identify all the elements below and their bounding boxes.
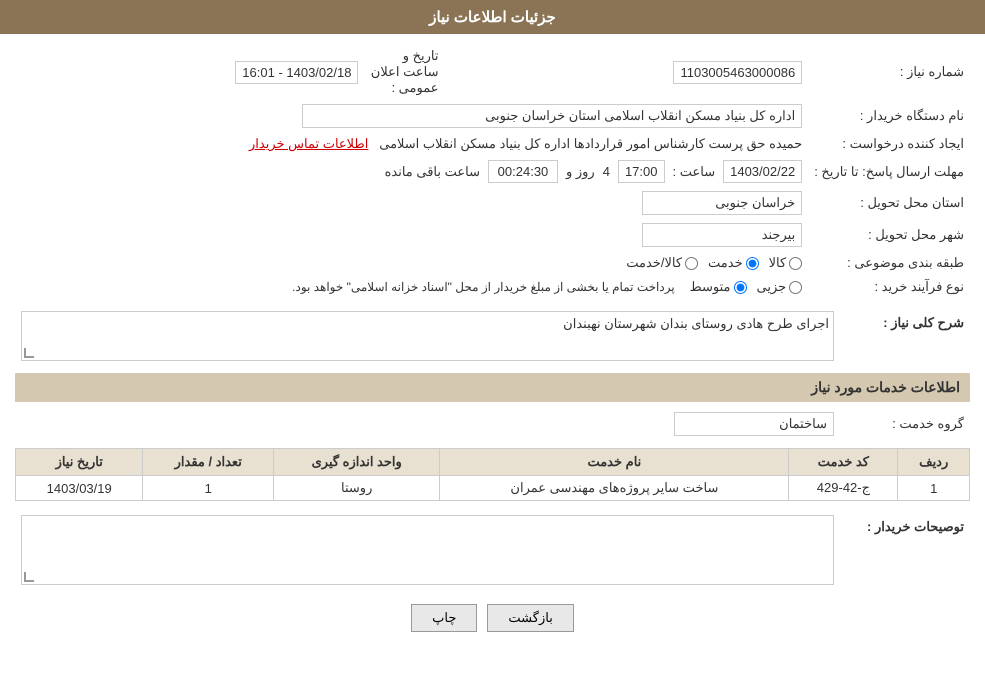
sharh-koli-label: شرح کلی نیاز : (883, 315, 964, 330)
toseeh-value-cell (15, 511, 840, 589)
chap-button[interactable]: چاپ (411, 604, 477, 632)
radio-jozi-label: جزیی (757, 279, 787, 295)
radio-jozi[interactable] (789, 281, 802, 294)
service-table-body: 1 ج-42-429 ساخت سایر پروژه‌های مهندسی عم… (16, 476, 970, 501)
roz-label: روز و (566, 164, 595, 180)
cell-vahed: روستا (274, 476, 440, 501)
ostan-value: خراسان جنوبی (15, 187, 808, 219)
ijad-konande-value: حمیده حق پرست کارشناس امور قراردادها ادا… (15, 132, 808, 156)
radio-kala-khedmat-label: کالا/خدمت (626, 255, 682, 271)
nam-dastgah-box: اداره کل بنیاد مسکن انقلاب اسلامی استان … (302, 104, 802, 128)
countdown-label: ساعت باقی مانده (385, 164, 480, 180)
grohe-khedmat-box: ساختمان (674, 412, 834, 436)
toseeh-label: توصیحات خریدار : (867, 519, 964, 534)
shahr-label: شهر محل تحویل : (808, 219, 970, 251)
col-tedad: تعداد / مقدار (143, 449, 274, 476)
countdown-box: 00:24:30 (488, 160, 558, 183)
roz-value: 4 (603, 164, 610, 179)
col-code: کد خدمت (789, 449, 898, 476)
tarikh-label: تاریخ و ساعت اعلان عمومی : (364, 44, 444, 100)
nooe-note: پرداخت تمام یا بخشی از مبلغ خریدار از مح… (292, 280, 675, 294)
main-content: شماره نیاز : 1103005463000086 تاریخ و سا… (0, 34, 985, 657)
toseeh-label-cell: توصیحات خریدار : (840, 511, 970, 589)
radio-motavasset-label: متوسط (690, 279, 731, 295)
services-header: اطلاعات خدمات مورد نیاز (15, 373, 970, 402)
tabaqe-label: طبقه بندی موضوعی : (808, 251, 970, 275)
col-radif: ردیف (898, 449, 970, 476)
radio-khedmat-label: خدمت (708, 255, 743, 271)
nam-dastgah-value: اداره کل بنیاد مسکن انقلاب اسلامی استان … (15, 100, 808, 132)
cell-tedad: 1 (143, 476, 274, 501)
radio-motavasset[interactable] (734, 281, 747, 294)
toseeh-resize-handle (24, 572, 34, 582)
radio-khedmat[interactable] (746, 257, 759, 270)
page-title: جزئیات اطلاعات نیاز (429, 9, 556, 26)
tarikh-box: 1403/02/18 - 16:01 (235, 61, 358, 84)
radio-kala-khedmat-item: کالا/خدمت (626, 255, 698, 271)
page-wrapper: جزئیات اطلاعات نیاز شماره نیاز : 1103005… (0, 0, 985, 691)
sharh-text: اجرای طرح هادی روستای بندان شهرستان نهبن… (563, 316, 829, 331)
page-header: جزئیات اطلاعات نیاز (0, 0, 985, 34)
table-row: 1 ج-42-429 ساخت سایر پروژه‌های مهندسی عم… (16, 476, 970, 501)
toseeh-table: توصیحات خریدار : (15, 511, 970, 589)
shomara-niaz-value: 1103005463000086 (444, 44, 808, 100)
tamas-khardar-link[interactable]: اطلاعات تماس خریدار (249, 136, 368, 151)
ijad-konande-label: ایجاد کننده درخواست : (808, 132, 970, 156)
grohe-khedmat-label: گروه خدمت : (840, 408, 970, 440)
sharh-label: شرح کلی نیاز : (840, 307, 970, 365)
col-tarikh: تاریخ نیاز (16, 449, 143, 476)
mohlat-date-box: 1403/02/22 (723, 160, 802, 183)
cell-name: ساخت سایر پروژه‌های مهندسی عمران (440, 476, 789, 501)
shahr-value: بیرجند (15, 219, 808, 251)
sharh-table: شرح کلی نیاز : اجرای طرح هادی روستای بند… (15, 307, 970, 365)
info-table: شماره نیاز : 1103005463000086 تاریخ و سا… (15, 44, 970, 299)
nam-dastgah-label: نام دستگاه خریدار : (808, 100, 970, 132)
shomara-niaz-label: شماره نیاز : (808, 44, 970, 100)
sharh-description-area: اجرای طرح هادی روستای بندان شهرستان نهبن… (21, 311, 834, 361)
time-label: ساعت : (673, 164, 716, 180)
button-row: بازگشت چاپ (15, 604, 970, 632)
radio-jozi-item: جزیی (757, 279, 803, 295)
mohlat-value: 1403/02/22 ساعت : 17:00 4 روز و 00:24:30… (15, 156, 808, 187)
radio-kala-khedmat[interactable] (685, 257, 698, 270)
ostan-box: خراسان جنوبی (642, 191, 802, 215)
cell-radif: 1 (898, 476, 970, 501)
nooe-farayand-label: نوع فرآیند خرید : (808, 275, 970, 299)
radio-kala[interactable] (789, 257, 802, 270)
tarikh-value: 1403/02/18 - 16:01 (15, 44, 364, 100)
col-name: نام خدمت (440, 449, 789, 476)
ostan-label: استان محل تحویل : (808, 187, 970, 219)
table-header-row: ردیف کد خدمت نام خدمت واحد اندازه گیری ت… (16, 449, 970, 476)
service-table: ردیف کد خدمت نام خدمت واحد اندازه گیری ت… (15, 448, 970, 501)
resize-handle (24, 348, 34, 358)
nooe-farayand-value: جزیی متوسط پرداخت تمام یا بخشی از مبلغ خ… (15, 275, 808, 299)
toseeh-area (21, 515, 834, 585)
ijad-konande-text: حمیده حق پرست کارشناس امور قراردادها ادا… (379, 136, 802, 151)
grohe-khedmat-value: ساختمان (15, 408, 840, 440)
radio-khedmat-item: خدمت (708, 255, 759, 271)
mohlat-label: مهلت ارسال پاسخ: تا تاریخ : (808, 156, 970, 187)
radio-motavasset-item: متوسط (690, 279, 747, 295)
col-vahed: واحد اندازه گیری (274, 449, 440, 476)
sharh-value-cell: اجرای طرح هادی روستای بندان شهرستان نهبن… (15, 307, 840, 365)
radio-kala-item: کالا (769, 255, 803, 271)
cell-code: ج-42-429 (789, 476, 898, 501)
bazgasht-button[interactable]: بازگشت (487, 604, 573, 632)
radio-kala-label: کالا (769, 255, 787, 271)
shomara-niaz-box: 1103005463000086 (673, 61, 802, 84)
mohlat-time-box: 17:00 (618, 160, 665, 183)
shahr-box: بیرجند (642, 223, 802, 247)
grohe-table: گروه خدمت : ساختمان (15, 408, 970, 440)
tabaqe-value: کالا خدمت کالا/خدمت (15, 251, 808, 275)
cell-tarikh: 1403/03/19 (16, 476, 143, 501)
